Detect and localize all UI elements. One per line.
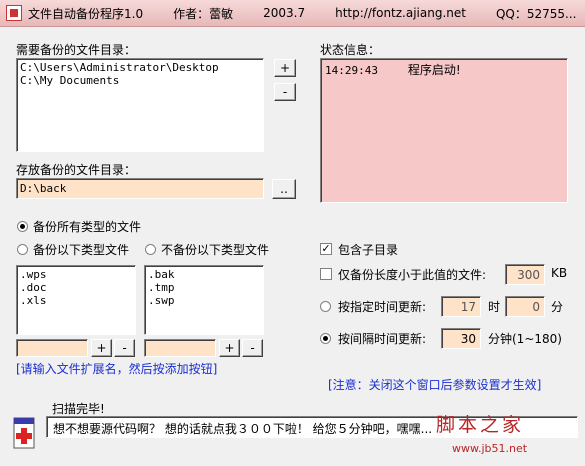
size-limit-checkbox[interactable]: [320, 268, 332, 280]
status-log[interactable]: 14:29:43 程序启动!: [320, 58, 568, 203]
radio-exclude-types[interactable]: [145, 244, 156, 255]
hour-unit-label: 时: [488, 300, 501, 314]
list-item[interactable]: .bak: [148, 268, 260, 281]
qq-label: QQ：52755...: [495, 6, 577, 21]
size-limit-label: 仅备份长度小于此值的文件:: [338, 268, 487, 282]
add-exclude-button[interactable]: +: [219, 339, 240, 357]
list-item[interactable]: .wps: [20, 268, 132, 281]
at-time-label: 按指定时间更新:: [338, 300, 427, 314]
dest-label: 存放备份的文件目录：: [16, 163, 137, 177]
interval-label: 按间隔时间更新:: [338, 332, 427, 346]
include-ext-input[interactable]: [16, 339, 88, 357]
exclude-types-list[interactable]: .bak .tmp .swp: [144, 265, 264, 335]
radio-include-types[interactable]: [17, 244, 28, 255]
radio-exclude-types-label: 不备份以下类型文件: [161, 243, 270, 257]
list-item[interactable]: .tmp: [148, 281, 260, 294]
radio-include-types-label: 备份以下类型文件: [33, 243, 130, 257]
browse-button[interactable]: ..: [272, 179, 296, 199]
watermark-url: www.jb51.net: [452, 442, 528, 455]
status-message: 程序启动!: [407, 63, 461, 77]
radio-all-types[interactable]: [17, 221, 28, 232]
include-subdirs-label: 包含子目录: [338, 243, 399, 257]
radio-at-time[interactable]: [320, 301, 331, 312]
remove-exclude-button[interactable]: -: [242, 339, 263, 357]
settings-note: [注意：关闭这个窗口后参数设置才生效]: [328, 378, 542, 392]
source-list[interactable]: C:\Users\Administrator\Desktop C:\My Doc…: [16, 58, 264, 152]
app-icon: [6, 5, 22, 21]
medical-kit-icon[interactable]: [12, 416, 36, 450]
minute-unit-label: 分: [551, 300, 564, 314]
interval-unit-label: 分钟(1~180): [488, 332, 562, 346]
list-item[interactable]: C:\Users\Administrator\Desktop: [20, 61, 260, 74]
list-item[interactable]: .swp: [148, 294, 260, 307]
scan-status-label: 扫描完毕!: [52, 402, 105, 416]
include-subdirs-checkbox[interactable]: ✓: [320, 243, 332, 255]
extension-hint: [请输入文件扩展名，然后按添加按钮]: [16, 362, 218, 376]
status-label: 状态信息：: [320, 43, 381, 57]
exclude-ext-input[interactable]: [144, 339, 216, 357]
source-label: 需要备份的文件目录：: [16, 43, 137, 57]
version-label: 2003.7: [263, 6, 306, 20]
hour-input[interactable]: 17: [441, 296, 481, 317]
add-source-button[interactable]: +: [274, 59, 296, 77]
radio-interval[interactable]: [320, 333, 331, 344]
interval-input[interactable]: 30: [441, 328, 481, 349]
status-time: 14:29:43: [325, 64, 378, 77]
easter-egg-text: 想不想要源代码啊？ 想的话就点我３００下啦！ 给您５分钟吧，嘿嘿...: [53, 422, 433, 436]
size-limit-input[interactable]: 300: [505, 264, 545, 285]
include-types-list[interactable]: .wps .doc .xls: [16, 265, 136, 335]
size-unit-label: KB: [551, 266, 568, 280]
title-bar: 文件自动备份程序1.0 作者：蕾敏 2003.7 http://fontz.aj…: [0, 0, 585, 27]
app-name: 文件自动备份程序1.0: [28, 6, 144, 21]
remove-include-button[interactable]: -: [114, 339, 135, 357]
list-item[interactable]: .xls: [20, 294, 132, 307]
radio-all-types-label: 备份所有类型的文件: [33, 220, 142, 234]
remove-source-button[interactable]: -: [274, 83, 296, 101]
watermark-logo: 脚本之家: [436, 414, 525, 436]
author-label: 作者：蕾敏: [173, 6, 234, 21]
add-include-button[interactable]: +: [91, 339, 112, 357]
list-item[interactable]: .doc: [20, 281, 132, 294]
minute-input[interactable]: 0: [505, 296, 545, 317]
url-label: http://fontz.ajiang.net: [335, 6, 466, 20]
dest-input[interactable]: D:\back: [16, 178, 264, 199]
list-item[interactable]: C:\My Documents: [20, 74, 260, 87]
